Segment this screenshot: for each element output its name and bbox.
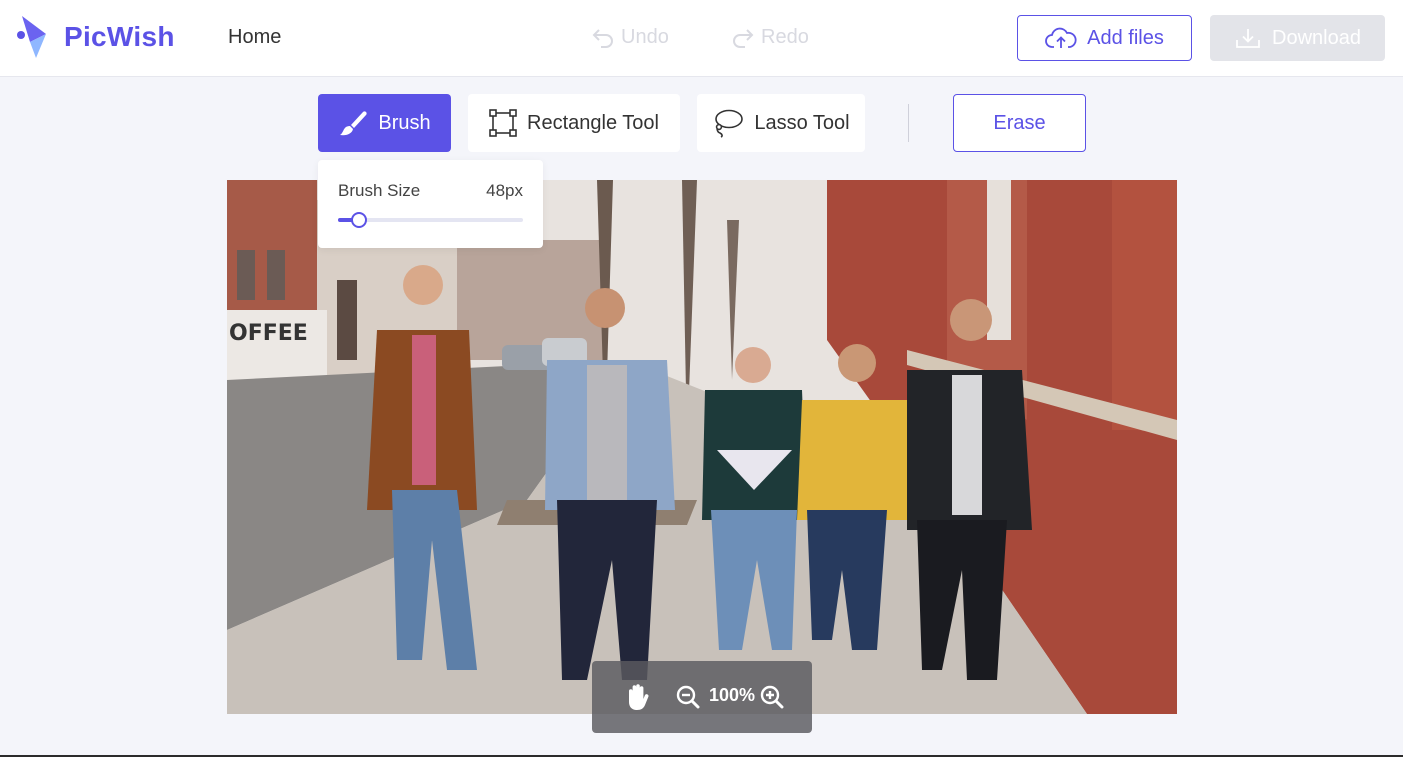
brush-size-slider[interactable] [338,212,523,228]
download-label: Download [1272,26,1361,49]
add-files-button[interactable]: Add files [1017,15,1192,61]
lasso-icon [715,109,744,138]
rectangle-label: Rectangle Tool [527,111,659,134]
download-icon [1236,29,1260,48]
undo-button[interactable]: Undo [591,26,669,49]
brush-label: Brush [378,111,431,134]
erase-button[interactable]: Erase [953,94,1086,152]
cloud-upload-icon [1045,27,1077,48]
photo-of-five-people-walking-icon: OFFEE [227,180,1177,714]
rectangle-select-icon [489,109,517,137]
top-header: PicWish Home Undo Redo Add files Downloa… [0,0,1403,77]
lasso-label: Lasso Tool [754,111,850,134]
lasso-tool-button[interactable]: Lasso Tool [697,94,865,152]
brush-size-label: Brush Size [338,181,421,200]
erase-label: Erase [993,111,1046,134]
zoom-level: 100% [709,685,756,705]
rectangle-tool-button[interactable]: Rectangle Tool [468,94,680,152]
download-button[interactable]: Download [1210,15,1385,61]
app-logo[interactable]: PicWish [16,14,175,60]
nav-home-link[interactable]: Home [228,26,281,49]
brush-icon [340,111,367,136]
brush-size-slider-thumb[interactable] [351,212,367,228]
redo-button[interactable]: Redo [731,26,809,49]
zoom-toolbar: 100% [592,661,812,733]
add-files-label: Add files [1087,26,1164,49]
brush-size-popover: Brush Size 48px [318,160,543,248]
undo-icon [592,28,613,48]
zoom-out-icon[interactable] [676,685,700,709]
svg-text:OFFEE: OFFEE [229,321,308,346]
toolbar-divider [908,104,909,142]
undo-label: Undo [621,26,669,48]
redo-icon [733,28,754,48]
picwish-logo-icon [17,16,46,58]
zoom-in-icon[interactable] [760,685,784,709]
hand-pan-icon[interactable] [624,683,650,711]
redo-label: Redo [761,26,809,48]
brush-size-value: 48px [486,181,523,200]
image-canvas[interactable]: OFFEE [227,180,1177,714]
brush-tool-button[interactable]: Brush [318,94,451,152]
app-name: PicWish [64,21,175,52]
